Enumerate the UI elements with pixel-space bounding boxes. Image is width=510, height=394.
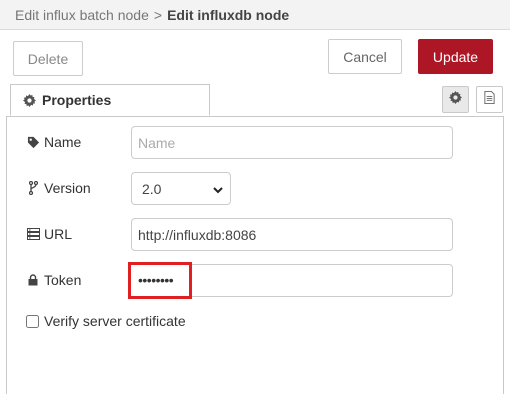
update-button[interactable]: Update [418, 39, 493, 74]
breadcrumb-current: Edit influxdb node [167, 7, 290, 23]
editor-tabs: Properties [6, 84, 504, 117]
token-value: •••••••• [138, 272, 174, 288]
lock-icon [26, 274, 40, 286]
breadcrumb-parent[interactable]: Edit influx batch node [15, 7, 149, 23]
tab-properties[interactable]: Properties [10, 84, 210, 116]
editor-toolbar: Delete Cancel Update [0, 30, 510, 82]
version-label-row: Version [26, 180, 91, 196]
name-input[interactable] [131, 126, 453, 159]
chevron-down-icon [212, 183, 224, 199]
version-select-value: 2.0 [142, 180, 162, 197]
delete-button[interactable]: Delete [13, 41, 83, 76]
url-input[interactable] [131, 218, 453, 251]
editor-header: Edit influx batch node > Edit influxdb nod… [0, 0, 510, 30]
url-label-row: URL [26, 226, 72, 242]
token-label: Token [44, 272, 82, 288]
token-label-row: Token [26, 272, 81, 288]
cancel-button[interactable]: Cancel [328, 39, 402, 74]
token-highlight-box: •••••••• [128, 262, 192, 299]
name-label: Name [44, 134, 82, 150]
tag-icon [26, 136, 40, 149]
version-select[interactable]: 2.0 [131, 172, 231, 205]
verify-row: Verify server certificate [26, 313, 186, 329]
url-label: URL [44, 226, 73, 242]
verify-checkbox[interactable] [26, 314, 39, 328]
version-label: Version [44, 180, 91, 196]
verify-label[interactable]: Verify server certificate [44, 313, 186, 329]
cog-icon [449, 90, 462, 109]
name-label-row: Name [26, 134, 81, 150]
code-fork-icon [26, 181, 40, 195]
tab-settings[interactable] [442, 86, 469, 113]
breadcrumb: Edit influx batch node > Edit influxdb nod… [15, 7, 289, 23]
tab-properties-label: Properties [42, 92, 112, 108]
file-text-icon [484, 90, 495, 109]
cog-icon [23, 93, 36, 107]
breadcrumb-separator: > [153, 7, 163, 23]
server-icon [26, 228, 40, 240]
tab-description[interactable] [476, 86, 503, 113]
